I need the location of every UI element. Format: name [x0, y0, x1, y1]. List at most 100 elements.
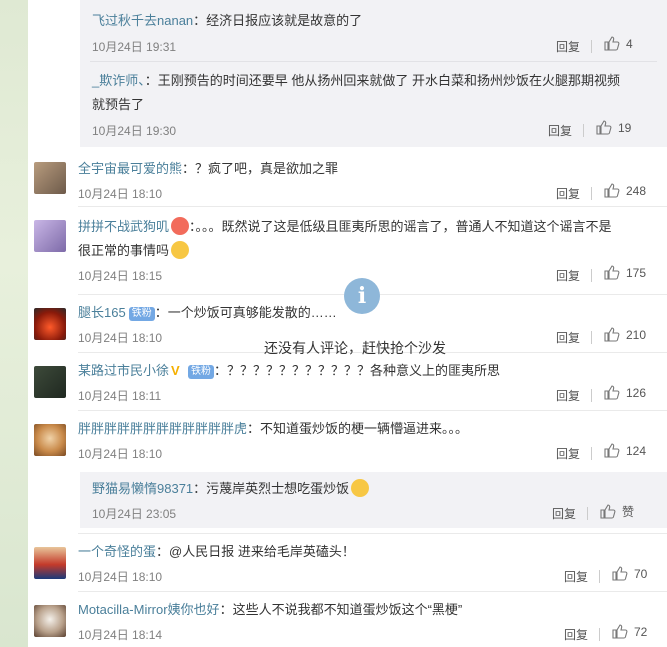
comment-panel: 飞过秋千去nanan：经济日报应该就是故意的了 10月24日 19:31 回复 … — [28, 0, 667, 647]
avatar[interactable] — [34, 366, 66, 398]
timestamp: 10月24日 18:14 — [78, 628, 163, 642]
like-button[interactable]: 70 — [612, 566, 647, 581]
subreply-text: 污蔑岸英烈士想吃蛋炒饭 — [206, 481, 350, 496]
like-button[interactable]: 72 — [612, 624, 647, 639]
like-button[interactable]: 248 — [604, 183, 646, 198]
thumbs-up-icon — [600, 504, 616, 519]
thumbs-up-icon — [604, 36, 620, 51]
timestamp: 10月24日 18:10 — [78, 447, 163, 461]
thumbs-up-icon — [604, 265, 620, 280]
subreply-line: 飞过秋千去nanan：经济日报应该就是故意的了 — [92, 13, 363, 28]
reply-button[interactable]: 回复 — [556, 445, 580, 462]
subreply-item: 飞过秋千去nanan：经济日报应该就是故意的了 10月24日 19:31 回复 … — [80, 8, 667, 60]
timestamp: 10月24日 18:10 — [78, 570, 163, 584]
timestamp: 10月24日 18:11 — [78, 389, 162, 403]
subreply-box: 野猫易懒惰98371：污蔑岸英烈士想吃蛋炒饭 10月24日 23:05 回复 赞 — [80, 472, 667, 528]
username-link[interactable]: 野猫易懒惰98371 — [92, 481, 193, 496]
divider — [583, 124, 584, 137]
like-button[interactable]: 175 — [604, 265, 646, 280]
like-count: 赞 — [622, 505, 635, 519]
divider — [591, 269, 592, 282]
crying-emoji-icon — [351, 479, 370, 497]
avatar[interactable] — [34, 605, 66, 637]
reply-button[interactable]: 回复 — [564, 626, 588, 643]
comment-line: 胖胖胖胖胖胖胖胖胖胖胖胖虎：不知道蛋炒饭的梗一辆懵逼进来。。。 — [78, 421, 469, 436]
divider — [591, 187, 592, 200]
comment-item: Motacilla-Mirror姨你也好：这些人不说我都不知道蛋炒饭这个“黑梗”… — [28, 595, 667, 647]
comment-line: 很正常的事情吗 — [78, 240, 647, 262]
username-link[interactable]: 全宇宙最可爱的熊 — [78, 161, 182, 176]
comment-line: 全宇宙最可爱的熊：？疯了吧，真是欲加之罪 — [78, 161, 339, 176]
fan-badge: 铁粉 — [188, 365, 215, 379]
divider — [591, 389, 592, 402]
username-link[interactable]: Motacilla-Mirror姨你也好 — [78, 602, 220, 617]
like-button[interactable]: 124 — [604, 443, 646, 458]
empty-comment-message: 还没有人评论，赶快抢个沙发 — [264, 340, 446, 356]
thumbs-up-icon — [604, 327, 620, 342]
avatar[interactable] — [34, 424, 66, 456]
timestamp: 10月24日 18:15 — [78, 269, 163, 283]
thumbs-up-icon — [604, 443, 620, 458]
info-icon: i — [344, 278, 380, 314]
thumbs-up-icon — [612, 624, 628, 639]
reply-button[interactable]: 回复 — [556, 185, 580, 202]
like-count: 124 — [626, 443, 647, 458]
avatar[interactable] — [34, 220, 66, 252]
verified-v-icon: V — [171, 363, 180, 378]
comment-text: @人民日报 进来给毛岸英磕头！ — [169, 544, 355, 559]
like-button[interactable]: 4 — [604, 36, 633, 51]
comment-item: 一个奇怪的蛋：@人民日报 进来给毛岸英磕头！ 10月24日 18:10 回复 7… — [28, 537, 667, 589]
divider — [591, 40, 592, 53]
page-background — [0, 0, 28, 647]
timestamp: 10月24日 18:10 — [78, 187, 163, 201]
divider — [78, 206, 667, 207]
username-link[interactable]: _欺诈师、 — [92, 73, 145, 88]
username-link[interactable]: 拼拼不战武狗叽 — [78, 219, 169, 234]
timestamp: 10月24日 19:31 — [92, 40, 177, 54]
comment-text: ？？？？？？？？？？？各种意义上的匪夷所思 — [227, 363, 501, 378]
like-button[interactable]: 19 — [596, 120, 631, 135]
subreply-box: 飞过秋千去nanan：经济日报应该就是故意的了 10月24日 19:31 回复 … — [80, 0, 667, 147]
avatar[interactable] — [34, 547, 66, 579]
divider — [78, 410, 667, 411]
fan-badge: 铁粉 — [128, 307, 155, 321]
reply-button[interactable]: 回复 — [548, 122, 572, 139]
subreply-item: 野猫易懒惰98371：污蔑岸英烈士想吃蛋炒饭 10月24日 23:05 回复 赞 — [80, 478, 667, 524]
like-button[interactable]: 210 — [604, 327, 646, 342]
username-link[interactable]: 一个奇怪的蛋 — [78, 544, 156, 559]
divider — [78, 591, 667, 592]
comment-text: 这些人不说我都不知道蛋炒饭这个“黑梗” — [232, 602, 463, 617]
comment-text-continued: 很正常的事情吗 — [78, 243, 170, 258]
comment-text: 不知道蛋炒饭的梗一辆懵逼进来。。。 — [260, 421, 469, 436]
username-link[interactable]: 胖胖胖胖胖胖胖胖胖胖胖胖虎 — [78, 421, 247, 436]
reply-button[interactable]: 回复 — [552, 505, 576, 522]
reply-button[interactable]: 回复 — [564, 568, 588, 585]
like-count: 210 — [626, 327, 647, 342]
like-count: 4 — [626, 36, 633, 51]
reply-button[interactable]: 回复 — [556, 329, 580, 346]
like-count: 72 — [634, 624, 648, 639]
timestamp: 10月24日 19:30 — [92, 124, 177, 138]
subreply-line: 就预告了 — [92, 94, 647, 116]
like-button[interactable]: 赞 — [600, 503, 634, 520]
username-link[interactable]: 腿长165 — [78, 305, 126, 320]
like-button[interactable]: 126 — [604, 385, 646, 400]
username-link[interactable]: 飞过秋千去nanan — [92, 13, 193, 28]
reply-button[interactable]: 回复 — [556, 267, 580, 284]
reply-button[interactable]: 回复 — [556, 387, 580, 404]
thumbs-up-icon — [596, 120, 612, 135]
timestamp: 10月24日 23:05 — [92, 507, 177, 521]
avatar[interactable] — [34, 308, 66, 340]
divider — [591, 331, 592, 344]
comment-line: 某路过市民小徐 V 铁粉 ：？？？？？？？？？？？各种意义上的匪夷所思 — [78, 363, 501, 379]
divider — [599, 570, 600, 583]
avatar[interactable] — [34, 162, 66, 194]
username-link[interactable]: 某路过市民小徐 — [78, 363, 169, 378]
reply-button[interactable]: 回复 — [556, 38, 580, 55]
subreply-text-continued: 就预告了 — [92, 97, 145, 112]
comment-item: 全宇宙最可爱的熊：？疯了吧，真是欲加之罪 10月24日 18:10 回复 248 — [28, 152, 667, 204]
comment-text: ？疯了吧，真是欲加之罪 — [195, 161, 339, 176]
like-count: 175 — [626, 265, 647, 280]
divider — [78, 533, 667, 534]
subreply-text: 经济日报应该就是故意的了 — [206, 13, 363, 28]
